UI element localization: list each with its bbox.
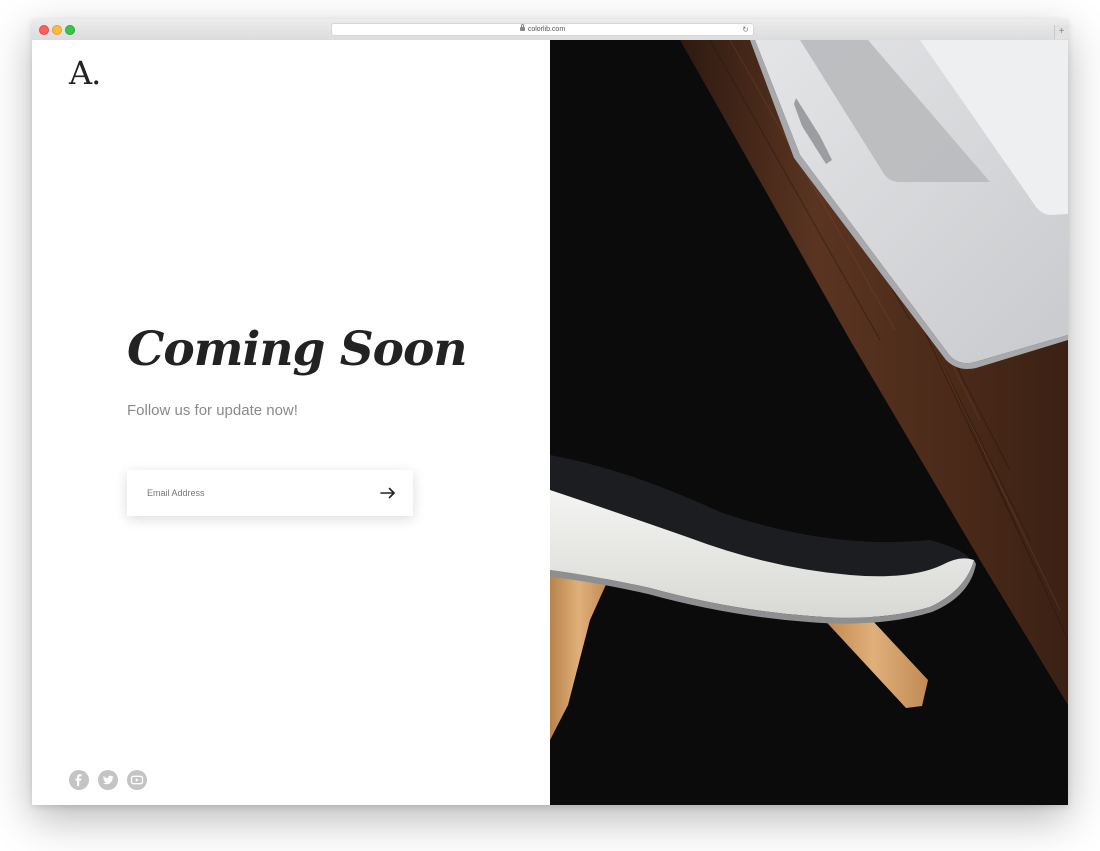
url-text: colorlib.com xyxy=(527,26,566,33)
minimize-window-button[interactable] xyxy=(52,25,62,35)
address-bar[interactable]: colorlib.com ↻ xyxy=(331,23,754,36)
facebook-icon[interactable] xyxy=(69,770,89,790)
brand-logo[interactable]: A. xyxy=(69,54,101,92)
youtube-icon[interactable] xyxy=(127,770,147,790)
page-content: A. Coming Soon Follow us for update now! xyxy=(32,40,1068,805)
new-tab-icon[interactable]: + xyxy=(1054,25,1068,39)
left-pane: A. Coming Soon Follow us for update now! xyxy=(32,40,550,805)
twitter-icon[interactable] xyxy=(98,770,118,790)
browser-titlebar: colorlib.com ↻ + xyxy=(32,19,1068,41)
page-subtitle: Follow us for update now! xyxy=(127,402,298,419)
subscribe-form xyxy=(127,470,413,516)
hero-photo xyxy=(550,40,1068,805)
close-window-button[interactable] xyxy=(39,25,49,35)
page-title: Coming Soon xyxy=(127,322,468,377)
email-input[interactable] xyxy=(127,470,367,516)
maximize-window-button[interactable] xyxy=(65,25,75,35)
address-bar-text-wrap: colorlib.com xyxy=(332,24,753,35)
arrow-right-icon xyxy=(380,487,395,499)
subscribe-submit-button[interactable] xyxy=(375,482,401,504)
desk-chair-laptop-image xyxy=(550,40,1068,805)
browser-window: colorlib.com ↻ + A. Coming Soon Follow u… xyxy=(32,19,1068,805)
reload-icon[interactable]: ↻ xyxy=(742,24,749,35)
lock-icon xyxy=(519,24,525,31)
